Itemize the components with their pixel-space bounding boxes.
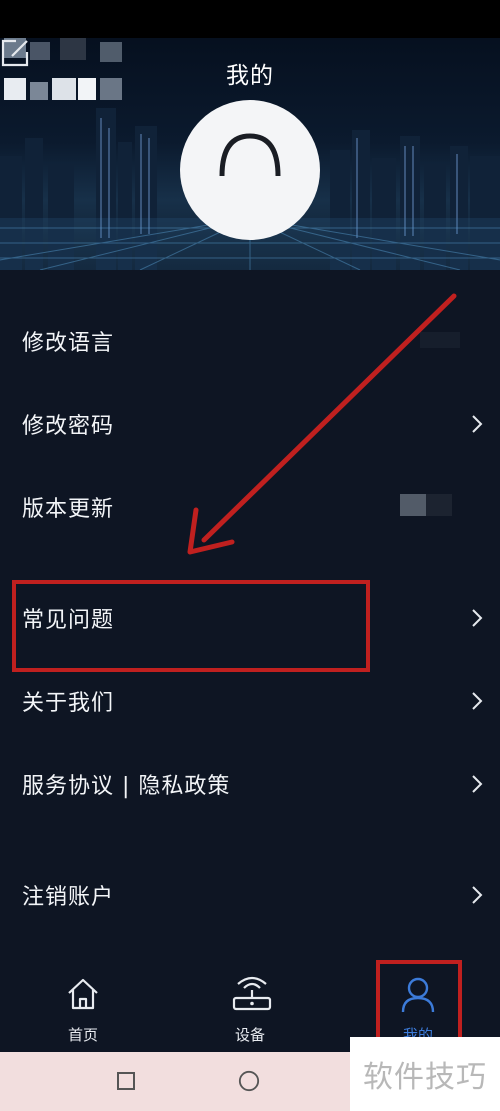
tab-home[interactable]: 首页 [23, 958, 143, 1052]
edit-profile-icon[interactable] [0, 38, 30, 68]
menu-item-label: 服务协议 | 隐私政策 [22, 774, 231, 799]
menu-item-delete-account[interactable]: 注销账户 [0, 854, 500, 936]
tab-label: 首页 [67, 1026, 98, 1044]
home-icon [68, 978, 98, 1010]
menu-item-label: 关于我们 [22, 691, 115, 716]
home-button-icon[interactable] [238, 1070, 260, 1092]
tab-devices[interactable]: 设备 [190, 958, 310, 1052]
menu-item-label: 版本更新 [22, 497, 115, 522]
chevron-right-icon [472, 886, 483, 904]
chevron-right-icon [472, 415, 483, 433]
menu-item-version-update[interactable]: 版本更新 [0, 466, 500, 548]
avatar[interactable] [180, 100, 320, 240]
watermark: 软件技巧 [350, 1037, 500, 1111]
menu-item-label: 修改语言 [22, 331, 115, 356]
watermark-text: 软件技巧 [363, 1060, 487, 1095]
menu-item-change-password[interactable]: 修改密码 [0, 383, 500, 465]
menu-item-label: 修改密码 [22, 414, 115, 439]
menu-item-change-language[interactable]: 修改语言 [0, 300, 500, 382]
user-icon [401, 977, 435, 1013]
chevron-right-icon [472, 609, 483, 627]
version-value-blurred [400, 494, 452, 516]
chevron-right-icon [472, 692, 483, 710]
menu-item-label: 常见问题 [22, 608, 115, 633]
menu-item-faq[interactable]: 常见问题 [0, 577, 500, 659]
profile-header: 我的 [0, 38, 500, 270]
chevron-right-icon [472, 775, 483, 793]
router-icon [232, 976, 272, 1011]
user-avatar-icon [219, 133, 281, 177]
menu-item-label: 注销账户 [22, 885, 115, 910]
menu-item-terms-privacy[interactable]: 服务协议 | 隐私政策 [0, 743, 500, 825]
menu-item-about-us[interactable]: 关于我们 [0, 660, 500, 742]
status-bar [0, 0, 500, 38]
tab-label: 设备 [234, 1026, 265, 1044]
language-value-blurred [420, 332, 460, 348]
recent-apps-icon[interactable] [115, 1070, 137, 1092]
